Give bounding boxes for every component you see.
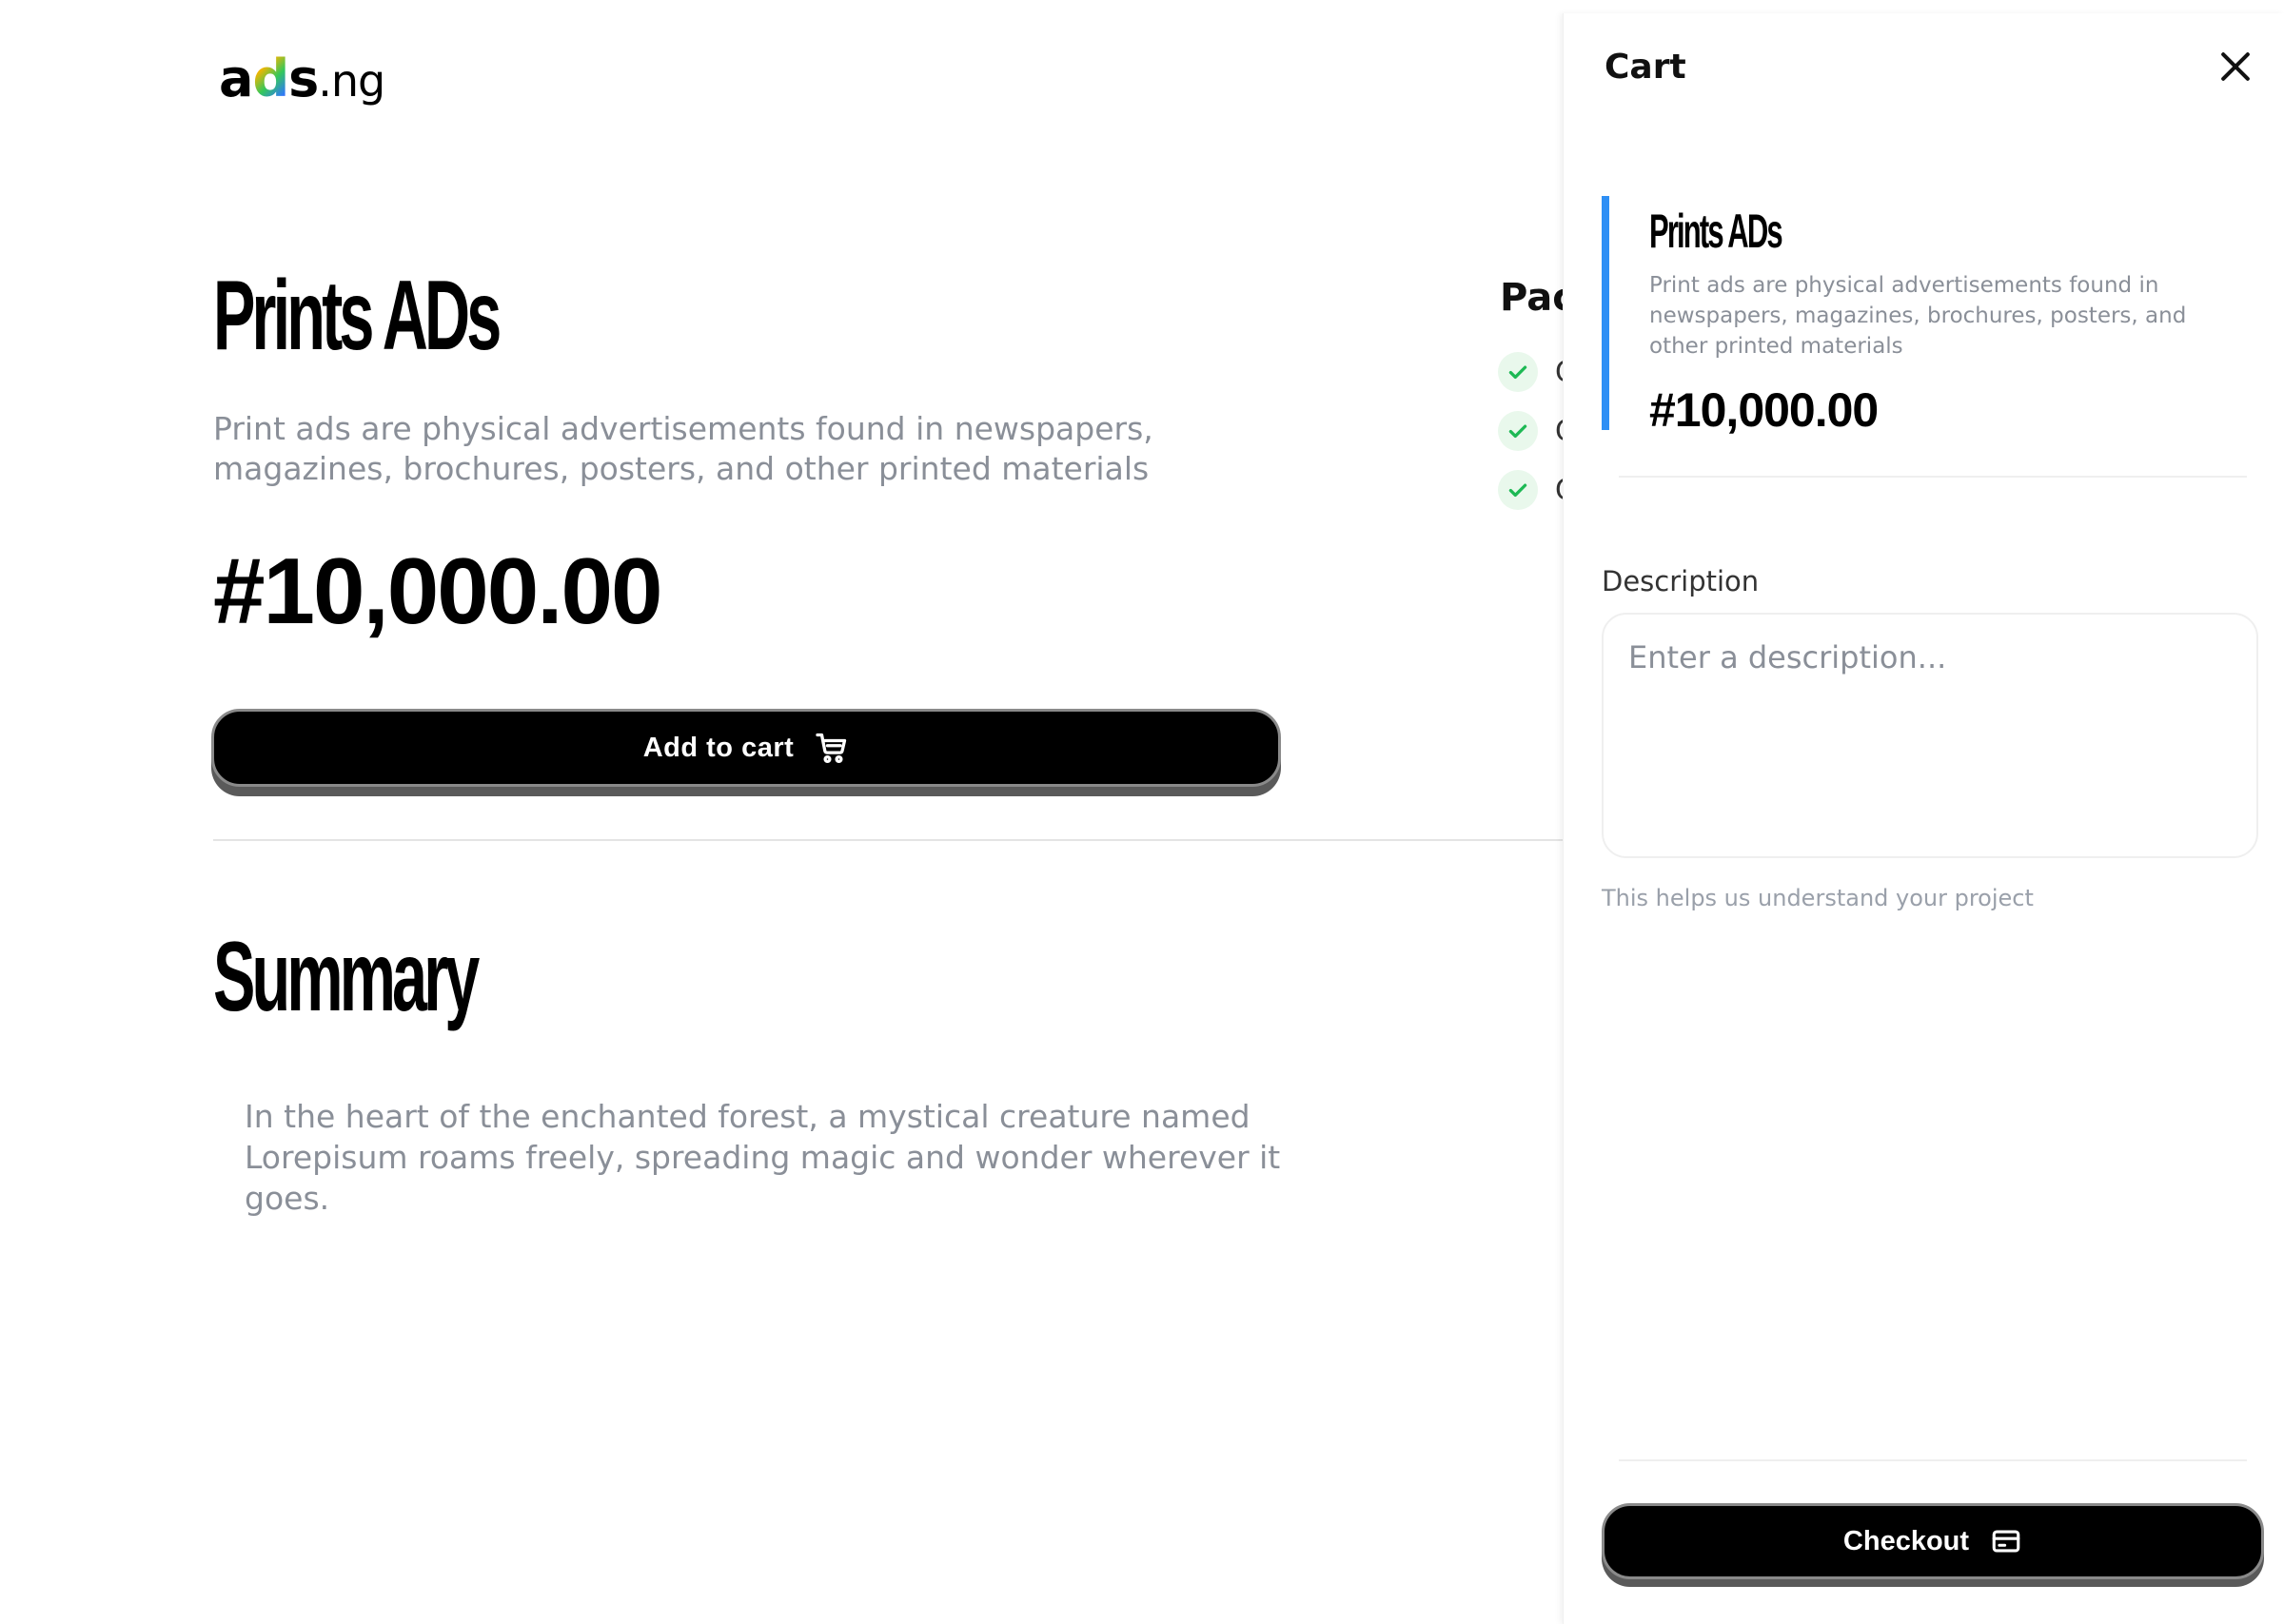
add-to-cart-button[interactable]: Add to cart xyxy=(211,709,1281,787)
section-divider xyxy=(213,839,1565,841)
close-cart-button[interactable] xyxy=(2215,46,2256,88)
logo-wordmark: ads xyxy=(219,49,319,108)
cart-title: Cart xyxy=(1605,48,1686,87)
credit-card-icon xyxy=(1992,1530,2020,1553)
summary-title: Summary xyxy=(213,922,480,1032)
page: ads.ng Prints ADs Print ads are physical… xyxy=(0,0,2284,1624)
check-icon xyxy=(1498,411,1538,451)
cart-item-title: Prints ADs xyxy=(1649,205,1783,258)
add-to-cart-label: Add to cart xyxy=(642,732,795,763)
cart-divider xyxy=(1619,476,2247,478)
brand-logo[interactable]: ads.ng xyxy=(219,53,385,107)
product-title: Prints ADs xyxy=(213,261,502,371)
checkout-button[interactable]: Checkout xyxy=(1602,1503,2264,1579)
cart-icon xyxy=(816,733,847,764)
logo-tld: .ng xyxy=(318,55,385,107)
summary-text: In the heart of the enchanted forest, a … xyxy=(245,1098,1281,1217)
cart-item-price: #10,000.00 xyxy=(1649,383,1879,437)
product-price: #10,000.00 xyxy=(213,538,662,643)
cart-drawer: Cart Prints ADs Print ads are physical a… xyxy=(1563,13,2284,1624)
description-label: Description xyxy=(1602,565,1760,597)
close-icon xyxy=(2221,52,2250,81)
cart-item: Prints ADs Print ads are physical advert… xyxy=(1602,196,2230,434)
product-description: Print ads are physical advertisements fo… xyxy=(213,410,1153,487)
description-hint: This helps us understand your project xyxy=(1602,885,2034,911)
check-icon xyxy=(1498,352,1538,392)
description-input[interactable] xyxy=(1602,613,2258,858)
checkout-divider xyxy=(1619,1459,2247,1461)
checkout-label: Checkout xyxy=(1842,1525,1970,1556)
check-icon xyxy=(1498,470,1538,510)
cart-item-description: Print ads are physical advertisements fo… xyxy=(1649,273,2187,359)
